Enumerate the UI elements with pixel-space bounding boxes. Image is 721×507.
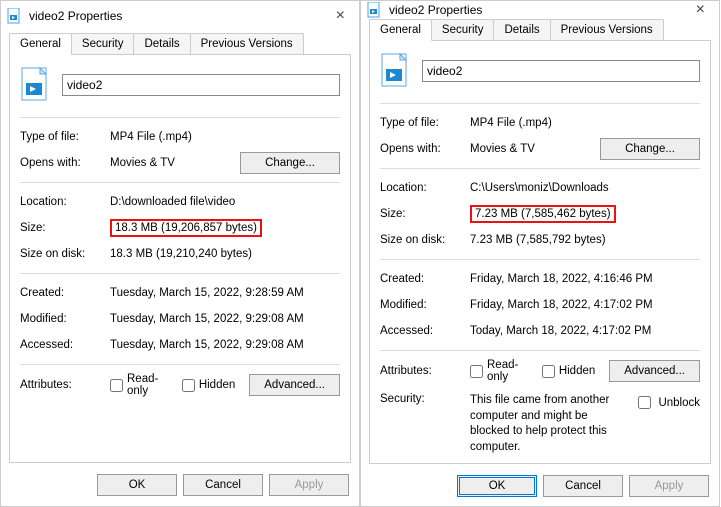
modified-value: Friday, March 18, 2022, 4:17:02 PM [470, 299, 700, 311]
size-value: 18.3 MB (19,206,857 bytes) [110, 219, 262, 237]
size-on-disk-value: 18.3 MB (19,210,240 bytes) [110, 248, 340, 260]
ok-button[interactable]: OK [457, 475, 537, 497]
modified-label: Modified: [20, 313, 110, 325]
titlebar: video2 Properties × [1, 1, 359, 31]
tab-general[interactable]: General [369, 19, 432, 41]
cancel-button[interactable]: Cancel [183, 474, 263, 496]
location-value: D:\downloaded file\video [110, 196, 340, 208]
filename-input[interactable] [422, 60, 700, 82]
dialog-buttons: OK Cancel Apply [361, 465, 719, 507]
unblock-checkbox[interactable]: Unblock [634, 393, 700, 412]
created-value: Tuesday, March 15, 2022, 9:28:59 AM [110, 287, 340, 299]
location-label: Location: [380, 182, 470, 194]
type-value: MP4 File (.mp4) [470, 117, 700, 129]
video-file-icon [7, 8, 23, 24]
size-label: Size: [380, 208, 470, 220]
apply-button[interactable]: Apply [629, 475, 709, 497]
tab-previous-versions[interactable]: Previous Versions [550, 19, 664, 40]
video-file-icon [367, 2, 383, 18]
type-label: Type of file: [380, 117, 470, 129]
readonly-checkbox[interactable]: Read-only [470, 359, 528, 383]
ok-button[interactable]: OK [97, 474, 177, 496]
filename-input[interactable] [62, 74, 340, 96]
tab-previous-versions[interactable]: Previous Versions [190, 33, 304, 54]
accessed-label: Accessed: [380, 325, 470, 337]
change-button[interactable]: Change... [240, 152, 340, 174]
modified-value: Tuesday, March 15, 2022, 9:29:08 AM [110, 313, 340, 325]
hidden-checkbox[interactable]: Hidden [182, 373, 235, 397]
tab-security[interactable]: Security [431, 19, 495, 40]
video-file-icon [20, 65, 52, 105]
size-on-disk-value: 7.23 MB (7,585,792 bytes) [470, 234, 700, 246]
opens-with-label: Opens with: [380, 143, 470, 155]
type-label: Type of file: [20, 131, 110, 143]
tab-general[interactable]: General [9, 33, 72, 55]
security-label: Security: [380, 393, 470, 405]
tab-details[interactable]: Details [493, 19, 550, 40]
type-value: MP4 File (.mp4) [110, 131, 340, 143]
window-title: video2 Properties [389, 3, 482, 17]
security-message: This file came from another computer and… [470, 393, 634, 455]
general-tab-body: Type of file: MP4 File (.mp4) Opens with… [9, 54, 351, 463]
opens-with-value: Movies & TV [110, 157, 240, 169]
dialog-buttons: OK Cancel Apply [1, 464, 359, 506]
tab-details[interactable]: Details [133, 33, 190, 54]
hidden-checkbox[interactable]: Hidden [542, 359, 595, 383]
size-label: Size: [20, 222, 110, 234]
tabs: General Security Details Previous Versio… [1, 31, 359, 55]
size-on-disk-label: Size on disk: [380, 234, 470, 246]
location-label: Location: [20, 196, 110, 208]
size-value: 7.23 MB (7,585,462 bytes) [470, 205, 616, 223]
properties-window-left: video2 Properties × General Security Det… [0, 0, 360, 507]
titlebar: video2 Properties × [361, 1, 719, 19]
apply-button[interactable]: Apply [269, 474, 349, 496]
created-label: Created: [380, 273, 470, 285]
advanced-button[interactable]: Advanced... [249, 374, 340, 396]
accessed-label: Accessed: [20, 339, 110, 351]
opens-with-value: Movies & TV [470, 143, 600, 155]
change-button[interactable]: Change... [600, 138, 700, 160]
modified-label: Modified: [380, 299, 470, 311]
created-label: Created: [20, 287, 110, 299]
advanced-button[interactable]: Advanced... [609, 360, 700, 382]
close-icon[interactable]: × [328, 7, 353, 25]
readonly-checkbox[interactable]: Read-only [110, 373, 168, 397]
accessed-value: Today, March 18, 2022, 4:17:02 PM [470, 325, 700, 337]
attributes-label: Attributes: [20, 379, 110, 391]
cancel-button[interactable]: Cancel [543, 475, 623, 497]
opens-with-label: Opens with: [20, 157, 110, 169]
accessed-value: Tuesday, March 15, 2022, 9:29:08 AM [110, 339, 340, 351]
window-title: video2 Properties [29, 9, 122, 23]
video-file-icon [380, 51, 412, 91]
created-value: Friday, March 18, 2022, 4:16:46 PM [470, 273, 700, 285]
location-value: C:\Users\moniz\Downloads [470, 182, 700, 194]
size-on-disk-label: Size on disk: [20, 248, 110, 260]
properties-window-right: video2 Properties × General Security Det… [360, 0, 720, 507]
close-icon[interactable]: × [688, 1, 713, 19]
tabs: General Security Details Previous Versio… [361, 19, 719, 41]
general-tab-body: Type of file: MP4 File (.mp4) Opens with… [369, 40, 711, 464]
tab-security[interactable]: Security [71, 33, 135, 54]
attributes-label: Attributes: [380, 365, 470, 377]
